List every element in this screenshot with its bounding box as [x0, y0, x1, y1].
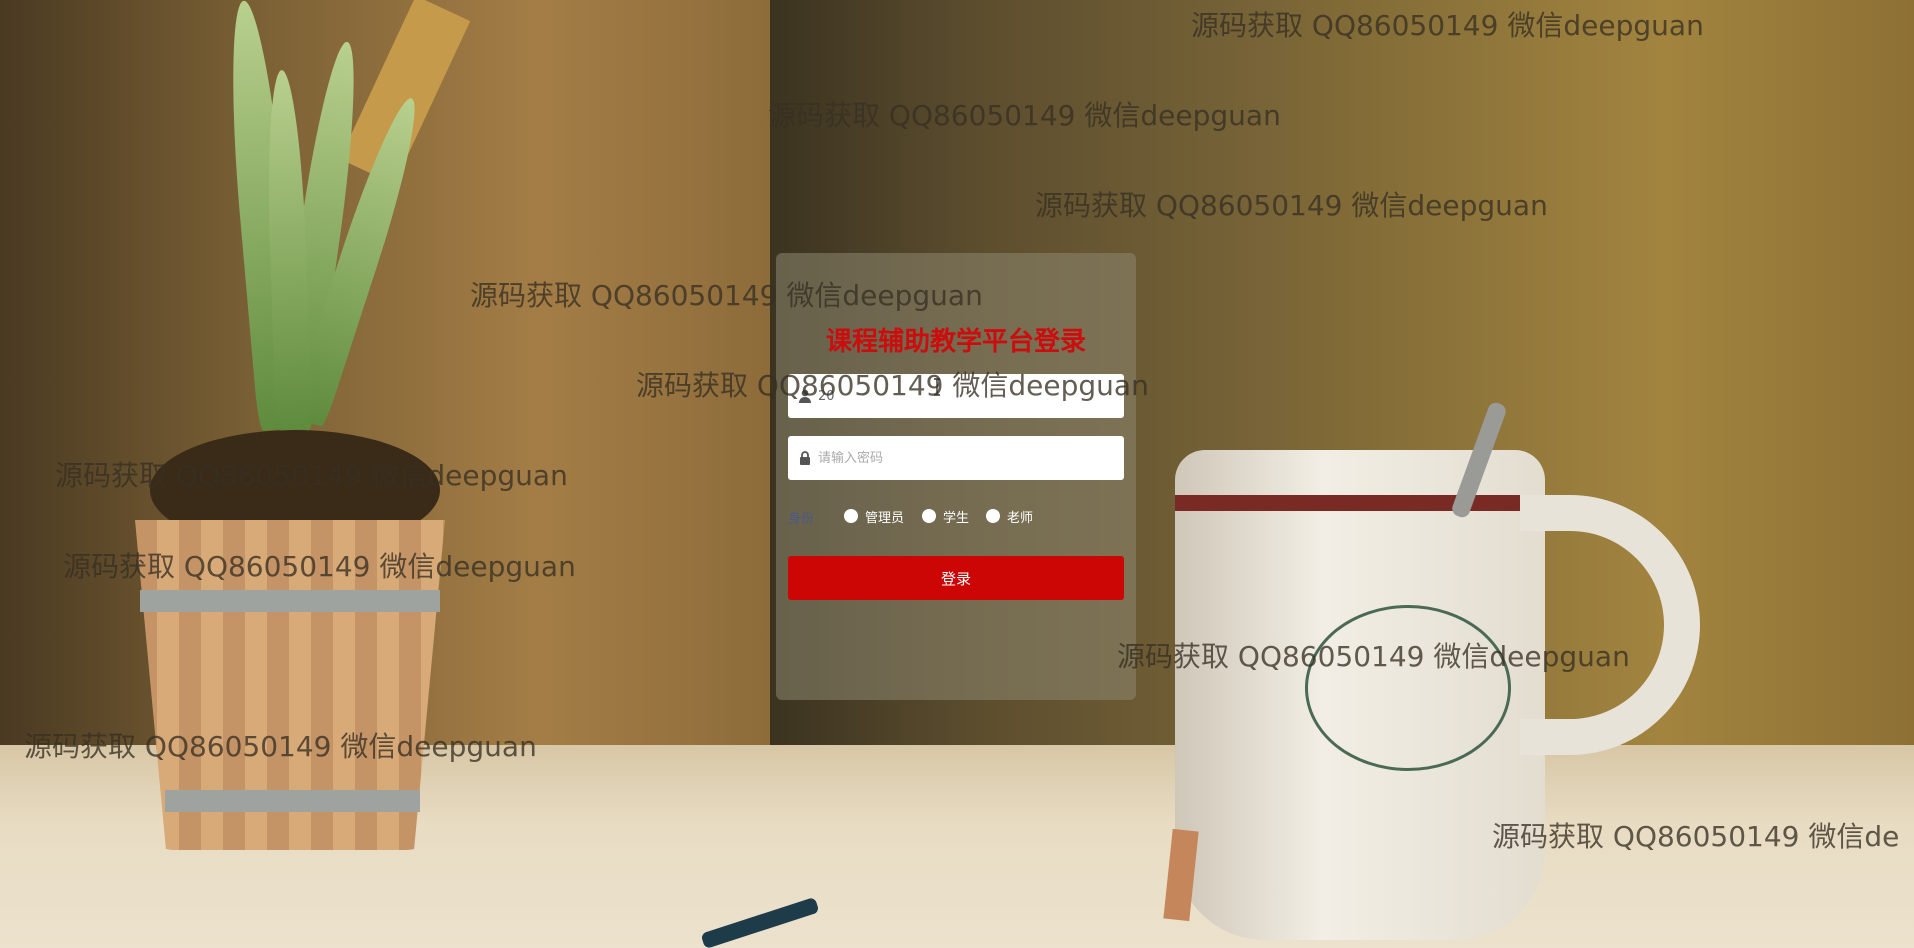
watermark-text: 源码获取 QQ86050149 微信deepguan	[1117, 640, 1630, 673]
lock-icon	[800, 451, 810, 465]
watermark-text: 源码获取 QQ86050149 微信deepguan	[768, 99, 1281, 132]
login-button[interactable]: 登录	[788, 556, 1124, 600]
watermark-text: 源码获取 QQ86050149 微信deepguan	[470, 279, 983, 312]
role-option-label: 老师	[1007, 510, 1034, 526]
watermark-text: 源码获取 QQ86050149 微信deepguan	[63, 550, 576, 583]
role-option-label: 管理员	[865, 510, 905, 526]
role-option-admin[interactable]: 管理员	[844, 505, 904, 527]
radio-button[interactable]	[922, 509, 936, 523]
password-input[interactable]	[818, 436, 1114, 480]
radio-button[interactable]	[844, 509, 858, 523]
login-title: 课程辅助教学平台登录	[825, 327, 1086, 357]
watermark-text: 源码获取 QQ86050149 微信deepguan	[1035, 189, 1548, 222]
watermark-text: 源码获取 QQ86050149 微信deepguan	[1191, 9, 1704, 42]
watermark-text: 源码获取 QQ86050149 微信deepguan	[24, 730, 537, 763]
watermark-text: 源码获取 QQ86050149 微信deepguan	[55, 459, 568, 492]
password-field[interactable]	[788, 436, 1124, 480]
watermark-text: 源码获取 QQ86050149 微信de	[1492, 820, 1900, 853]
role-selector: 身份 管理员 学生 老师	[788, 505, 1124, 527]
login-card: 课程辅助教学平台登录 身份 管理员 学生 老师 登录	[776, 253, 1136, 700]
watermark-text: 源码获取 QQ86050149 微信deepguan	[636, 369, 1149, 402]
role-option-teacher[interactable]: 老师	[986, 505, 1033, 527]
role-option-label: 学生	[943, 510, 970, 526]
role-option-student[interactable]: 学生	[922, 505, 969, 527]
radio-button[interactable]	[986, 509, 1000, 523]
role-label: 身份	[788, 512, 815, 527]
